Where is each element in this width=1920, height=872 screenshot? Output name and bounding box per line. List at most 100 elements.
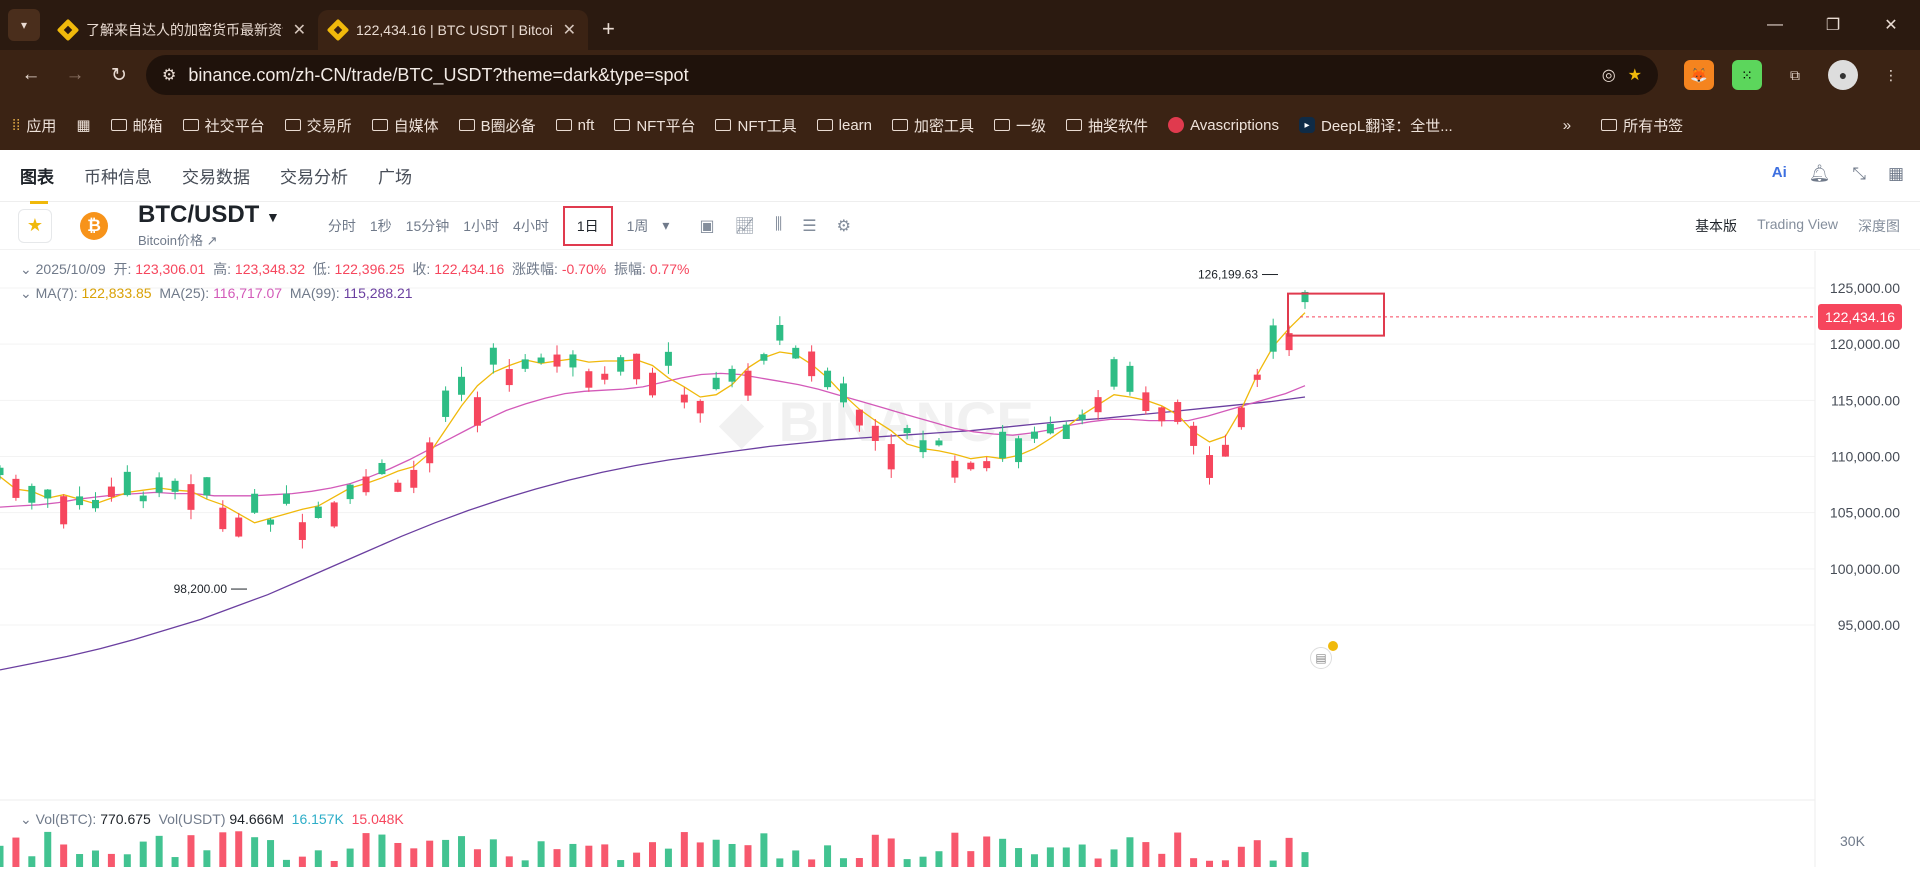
- bookmark-star-icon[interactable]: ★: [1628, 65, 1642, 85]
- view-basic[interactable]: 基本版: [1695, 216, 1737, 236]
- profile-avatar[interactable]: ●: [1828, 60, 1858, 90]
- bookmark-folder[interactable]: 社交平台: [182, 115, 265, 136]
- bookmark-avascriptions[interactable]: Avascriptions: [1168, 117, 1279, 134]
- collapse-icon[interactable]: ⤡: [1852, 164, 1866, 184]
- url-text[interactable]: binance.com/zh-CN/trade/BTC_USDT?theme=d…: [188, 65, 1589, 86]
- candle-body: [1142, 392, 1150, 412]
- bookmark-folder[interactable]: learn: [816, 117, 872, 134]
- pair-selector[interactable]: BTC/USDT ▼ Bitcoin价格 ↗: [138, 202, 280, 249]
- pair-subtitle[interactable]: Bitcoin价格 ↗: [138, 230, 280, 249]
- layout-grid-icon[interactable]: ▦: [1888, 164, 1904, 184]
- close-icon[interactable]: ✕: [563, 20, 576, 40]
- reload-icon[interactable]: ↻: [102, 64, 136, 87]
- vol-ma2-value: 15.048K: [351, 811, 404, 827]
- volume-bar: [235, 831, 243, 867]
- bookmarks-overflow-icon[interactable]: »: [1563, 117, 1571, 134]
- browser-chrome: ▾ 了解来自达人的加密货币最新资讯 ✕ 122,434.16 | BTC USD…: [0, 0, 1920, 150]
- folder-icon: [284, 119, 301, 131]
- settings-list-icon[interactable]: ☰: [802, 216, 816, 236]
- bookmark-folder[interactable]: 交易所: [284, 115, 352, 136]
- chevron-down-icon[interactable]: ⌄: [20, 261, 32, 277]
- folder-icon: [614, 119, 631, 131]
- tab-coin-info[interactable]: 币种信息: [84, 163, 152, 188]
- interval-1d[interactable]: 1日: [562, 205, 613, 246]
- restore-icon[interactable]: ❐: [1804, 15, 1862, 35]
- favorite-star-icon[interactable]: ★: [18, 208, 52, 243]
- folder-icon: [994, 119, 1011, 131]
- metamask-icon[interactable]: 🦊: [1684, 60, 1714, 90]
- ma7-label: MA(7):: [35, 285, 78, 301]
- interval-4h[interactable]: 4小时: [513, 216, 549, 236]
- tab-news[interactable]: 了解来自达人的加密货币最新资讯 ✕: [48, 10, 318, 50]
- minimize-icon[interactable]: —: [1746, 16, 1804, 34]
- volume-bar: [808, 859, 816, 867]
- amplitude-value: 0.77%: [649, 261, 690, 277]
- bookmark-apps[interactable]: ⁞⁞ 应用: [12, 115, 56, 136]
- tab-trading-data[interactable]: 交易数据: [182, 163, 250, 188]
- bookmark-folder[interactable]: NFT平台: [614, 115, 695, 136]
- candle-body: [91, 499, 99, 509]
- interval-time[interactable]: 分时: [328, 216, 356, 236]
- view-tradingview[interactable]: Trading View: [1757, 216, 1838, 236]
- tab-search-button[interactable]: ▾: [8, 9, 40, 41]
- volume-bar: [394, 842, 402, 867]
- view-depth[interactable]: 深度图: [1858, 216, 1900, 236]
- close-icon[interactable]: ✕: [293, 20, 306, 40]
- interval-15m[interactable]: 15分钟: [406, 216, 450, 236]
- forward-icon[interactable]: →: [58, 64, 92, 86]
- bell-icon[interactable]: 🔔︎: [1809, 164, 1831, 184]
- volume-bar: [919, 856, 927, 867]
- site-info-icon[interactable]: ⚙: [162, 65, 176, 85]
- bookmark-folder[interactable]: 加密工具: [892, 115, 974, 136]
- tab-btc-usdt[interactable]: 122,434.16 | BTC USDT | Bitcoin ✕: [318, 10, 588, 50]
- interval-1w[interactable]: 1周: [627, 216, 649, 236]
- new-tab-button[interactable]: +: [602, 16, 615, 42]
- close-window-icon[interactable]: ✕: [1862, 15, 1920, 35]
- volume-bar: [267, 840, 275, 867]
- bookmark-folder[interactable]: NFT工具: [715, 115, 797, 136]
- candle-type-icon[interactable]: ⫼: [775, 216, 782, 236]
- low-marker-label: 98,200.00: [174, 582, 228, 596]
- interval-more-icon[interactable]: ▾: [662, 217, 669, 234]
- more-icon[interactable]: ⋮: [1876, 60, 1906, 90]
- gear-icon[interactable]: ⚙: [837, 216, 851, 236]
- chevron-down-icon[interactable]: ⌄: [20, 285, 32, 301]
- bookmark-folder[interactable]: 抽奖软件: [1066, 115, 1148, 136]
- volume-bar: [792, 850, 800, 867]
- note-icon[interactable]: ▤: [1310, 647, 1332, 669]
- eye-off-icon[interactable]: ◎: [1602, 65, 1616, 85]
- back-icon[interactable]: ←: [14, 64, 48, 86]
- volume-bar: [442, 839, 450, 867]
- volume-bar: [378, 834, 386, 867]
- candle-body: [426, 442, 434, 464]
- bookmark-deepl[interactable]: ▸ DeepL翻译：全世...: [1299, 115, 1453, 136]
- chevron-down-icon[interactable]: ⌄: [20, 811, 32, 827]
- ma99-label: MA(99):: [289, 285, 340, 301]
- tab-chart[interactable]: 图表: [20, 163, 54, 204]
- candle-body: [633, 353, 641, 380]
- bookmark-folder[interactable]: B圈必备: [458, 115, 536, 136]
- extension-icon[interactable]: ⁙: [1732, 60, 1762, 90]
- puzzle-icon[interactable]: ⧉: [1780, 60, 1810, 90]
- vol-usdt-value: 94.666M: [229, 811, 284, 827]
- folder-icon: [458, 119, 475, 131]
- bookmark-folder[interactable]: 邮箱: [110, 115, 163, 136]
- bookmark-all[interactable]: 所有书签: [1601, 115, 1683, 136]
- indicator-icon[interactable]: 📈︎: [735, 216, 755, 236]
- tab-groups-icon[interactable]: ▦: [76, 116, 90, 134]
- bookmark-folder[interactable]: 一级: [994, 115, 1046, 136]
- tab-square[interactable]: 广场: [378, 163, 412, 188]
- volume-bar: [1285, 837, 1293, 867]
- candlestick-chart[interactable]: 95,000.00 100,000.00 105,000.00 110,000.00 1…: [0, 251, 1920, 867]
- chart-area[interactable]: 95,000.00 100,000.00 105,000.00 110,000.00 1…: [0, 251, 1920, 867]
- calendar-icon[interactable]: ▣: [699, 216, 714, 236]
- tab-strip: ▾ 了解来自达人的加密货币最新资讯 ✕ 122,434.16 | BTC USD…: [0, 0, 1920, 50]
- bookmark-folder[interactable]: nft: [555, 117, 594, 134]
- tab-trading-analysis[interactable]: 交易分析: [280, 163, 348, 188]
- ai-icon[interactable]: Ai: [1772, 164, 1787, 184]
- volume-bar: [983, 836, 991, 867]
- bookmark-folder[interactable]: 自媒体: [371, 115, 439, 136]
- interval-1h[interactable]: 1小时: [463, 216, 499, 236]
- address-bar[interactable]: ⚙ binance.com/zh-CN/trade/BTC_USDT?theme…: [146, 55, 1658, 95]
- interval-1s[interactable]: 1秒: [370, 216, 392, 236]
